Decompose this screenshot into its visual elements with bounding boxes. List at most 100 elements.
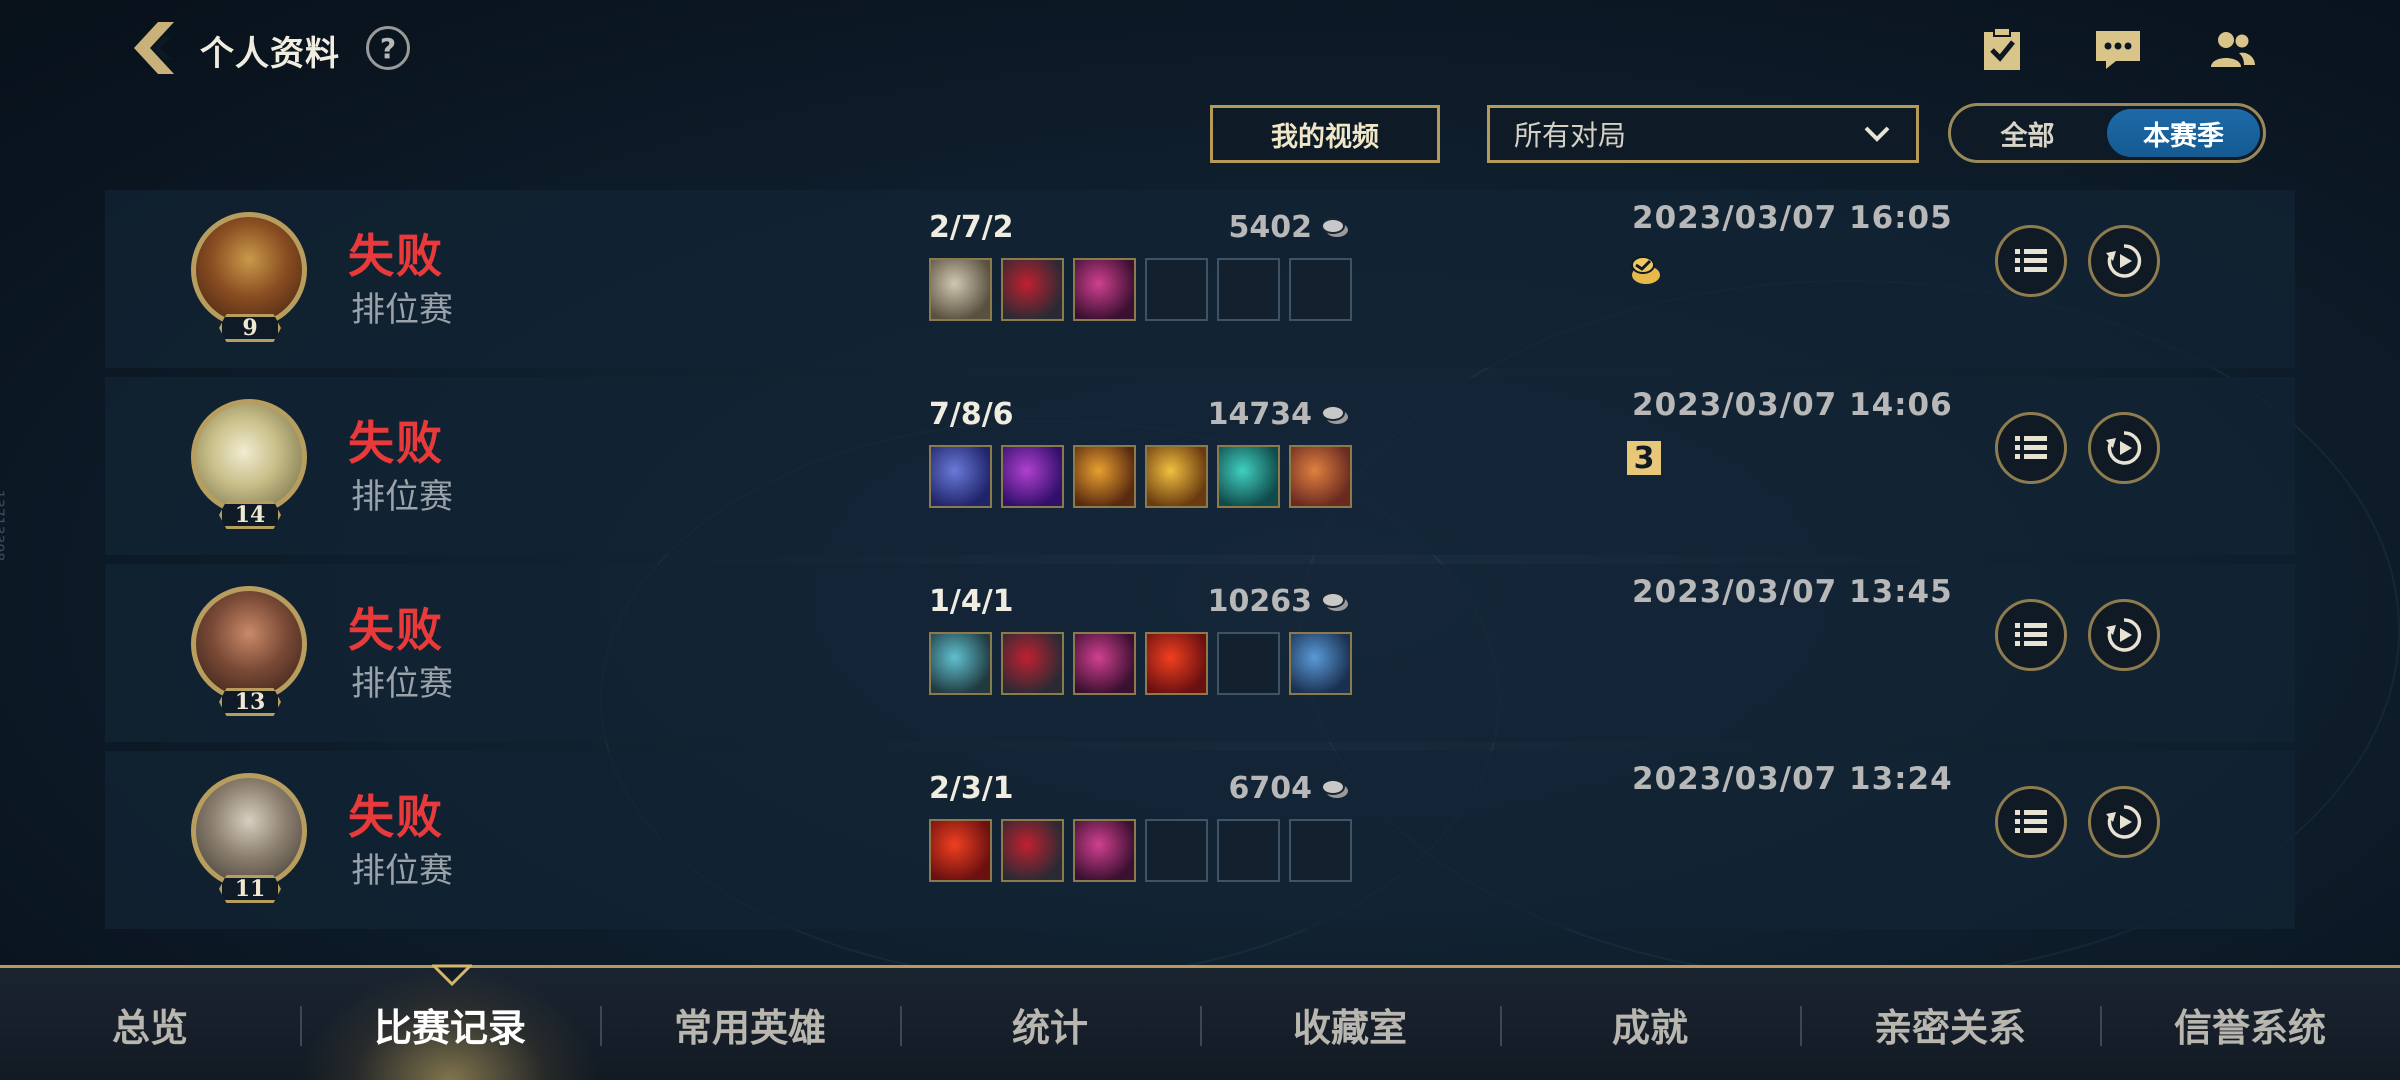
list-icon bbox=[2015, 249, 2047, 272]
pink-gauntlet-item-icon[interactable] bbox=[1073, 819, 1136, 882]
champion-portrait[interactable]: 14 bbox=[191, 399, 307, 529]
chat-bubble-icon bbox=[2096, 31, 2140, 69]
nav-tab-label: 比赛记录 bbox=[373, 1005, 526, 1050]
match-filter-select[interactable]: 所有对局 bbox=[1487, 105, 1919, 163]
champion-level: 13 bbox=[234, 689, 266, 715]
champion-level-badge: 11 bbox=[219, 875, 281, 903]
gold-earned: 5402 bbox=[1105, 210, 1350, 245]
mask-item-icon[interactable] bbox=[1289, 445, 1352, 508]
nav-tab[interactable]: 统计 bbox=[900, 968, 1200, 1080]
chat-button[interactable] bbox=[2092, 24, 2144, 74]
nav-tab[interactable]: 收藏室 bbox=[1200, 968, 1500, 1080]
help-button[interactable]: ? bbox=[366, 26, 410, 70]
pink-gauntlet-item-icon[interactable] bbox=[1073, 258, 1136, 321]
back-button[interactable] bbox=[128, 18, 184, 78]
gold-helm-item-icon[interactable] bbox=[1073, 445, 1136, 508]
red-orb-item-icon[interactable] bbox=[1145, 632, 1208, 695]
sword-item-icon[interactable] bbox=[929, 258, 992, 321]
match-details-button[interactable] bbox=[1995, 225, 2067, 297]
champion-level-badge: 9 bbox=[219, 314, 281, 342]
season-current-tab[interactable]: 本赛季 bbox=[2107, 109, 2260, 157]
nav-tab[interactable]: 亲密关系 bbox=[1800, 968, 2100, 1080]
gauntlet-item-icon[interactable] bbox=[1001, 632, 1064, 695]
nav-tab-label: 收藏室 bbox=[1292, 1005, 1407, 1050]
side-id-text: 13713398 bbox=[0, 490, 6, 562]
gold-amount: 14734 bbox=[1207, 397, 1312, 432]
list-icon bbox=[2015, 810, 2047, 833]
match-row[interactable]: 13 失败 排位赛 1/4/1 10263 2023/03/07 13:45 bbox=[105, 564, 2295, 742]
match-row[interactable]: 11 失败 排位赛 2/3/1 6704 2023/03/07 13:24 bbox=[105, 751, 2295, 929]
champion-portrait[interactable]: 13 bbox=[191, 586, 307, 716]
red-orb-item-icon[interactable] bbox=[929, 819, 992, 882]
champion-level: 14 bbox=[234, 502, 266, 528]
match-replay-button[interactable] bbox=[2088, 412, 2160, 484]
clipboard-check-icon bbox=[1984, 27, 2020, 70]
item-build bbox=[929, 445, 1352, 508]
nav-tab-label: 信誉系统 bbox=[2173, 1005, 2326, 1050]
match-mode: 排位赛 bbox=[351, 477, 453, 517]
champion-level: 9 bbox=[242, 315, 258, 341]
season-toggle: 全部 本赛季 bbox=[1948, 103, 2266, 163]
gold-amount: 5402 bbox=[1228, 210, 1313, 245]
match-date: 2023/03/07 13:45 bbox=[1632, 574, 1953, 610]
top-bar: 个人资料 ? bbox=[0, 0, 2400, 100]
champion-portrait[interactable]: 9 bbox=[191, 212, 307, 342]
match-details-button[interactable] bbox=[1995, 599, 2067, 671]
kda-score: 2/7/2 bbox=[929, 210, 1014, 245]
champion-avatar bbox=[191, 773, 307, 889]
kda-score: 2/3/1 bbox=[929, 771, 1014, 806]
hammer-item-icon[interactable] bbox=[929, 632, 992, 695]
purple-orb-item-icon[interactable] bbox=[1001, 445, 1064, 508]
match-date: 2023/03/07 13:24 bbox=[1632, 761, 1953, 797]
nav-tab[interactable]: 总览 bbox=[0, 968, 300, 1080]
nav-tab[interactable]: 成就 bbox=[1500, 968, 1800, 1080]
match-row[interactable]: 9 失败 排位赛 2/7/2 5402 2023/03/07 16:05 bbox=[105, 190, 2295, 368]
gauntlet-item-icon[interactable] bbox=[1001, 819, 1064, 882]
match-details-button[interactable] bbox=[1995, 786, 2067, 858]
match-mode: 排位赛 bbox=[351, 290, 453, 330]
nav-tab-label: 成就 bbox=[1611, 1005, 1688, 1050]
gold-earned: 6704 bbox=[1105, 771, 1350, 806]
match-replay-button[interactable] bbox=[2088, 786, 2160, 858]
nav-tab-label: 亲密关系 bbox=[1873, 1005, 2026, 1050]
match-result: 失败 bbox=[348, 416, 444, 470]
match-replay-button[interactable] bbox=[2088, 225, 2160, 297]
match-replay-button[interactable] bbox=[2088, 599, 2160, 671]
ward-badge-icon bbox=[1627, 250, 1665, 290]
gauntlet-item-icon[interactable] bbox=[1001, 258, 1064, 321]
champion-level-badge: 14 bbox=[219, 501, 281, 529]
spear-item-icon[interactable] bbox=[929, 445, 992, 508]
match-details-button[interactable] bbox=[1995, 412, 2067, 484]
empty-item-slot bbox=[1217, 258, 1280, 321]
kill-streak-count: 3 bbox=[1633, 440, 1655, 476]
empty-item-slot bbox=[1289, 258, 1352, 321]
nav-tab-label: 总览 bbox=[111, 1005, 188, 1050]
nav-tab-label: 常用英雄 bbox=[673, 1005, 826, 1050]
boots-item-icon[interactable] bbox=[1289, 632, 1352, 695]
scroll-item-icon[interactable] bbox=[1145, 445, 1208, 508]
replay-icon bbox=[2106, 244, 2142, 278]
match-result: 失败 bbox=[348, 229, 444, 283]
teal-cloak-item-icon[interactable] bbox=[1217, 445, 1280, 508]
empty-item-slot bbox=[1289, 819, 1352, 882]
back-arrow-icon bbox=[134, 22, 174, 74]
empty-item-slot bbox=[1145, 819, 1208, 882]
page-title: 个人资料 bbox=[200, 34, 340, 74]
my-videos-button[interactable]: 我的视频 bbox=[1210, 105, 1440, 163]
match-row[interactable]: 14 失败 排位赛 7/8/6 14734 2023/03/07 14:06 3 bbox=[105, 377, 2295, 555]
replay-icon bbox=[2106, 618, 2142, 652]
nav-tab[interactable]: 信誉系统 bbox=[2100, 968, 2400, 1080]
friends-button[interactable] bbox=[2206, 24, 2258, 74]
chevron-down-icon bbox=[1864, 126, 1890, 142]
item-build bbox=[929, 632, 1352, 695]
season-all-tab[interactable]: 全部 bbox=[1951, 106, 2104, 160]
nav-tab-label: 统计 bbox=[1011, 1005, 1088, 1050]
pink-gauntlet-item-icon[interactable] bbox=[1073, 632, 1136, 695]
nav-tab[interactable]: 常用英雄 bbox=[600, 968, 900, 1080]
gold-coins-icon bbox=[1321, 404, 1348, 424]
nav-tab[interactable]: 比赛记录 bbox=[300, 968, 600, 1080]
champion-avatar bbox=[191, 399, 307, 515]
tasks-button[interactable] bbox=[1976, 24, 2028, 74]
champion-portrait[interactable]: 11 bbox=[191, 773, 307, 903]
champion-level-badge: 13 bbox=[219, 688, 281, 716]
